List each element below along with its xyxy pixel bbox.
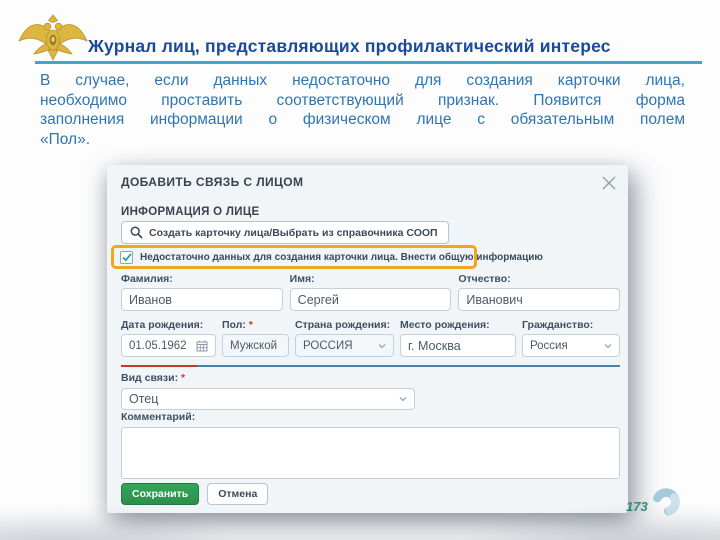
birth-date-field[interactable]: 01.05.1962 bbox=[121, 334, 216, 357]
body-paragraph: В случае, если данных недостаточно для с… bbox=[40, 71, 685, 149]
title-underline bbox=[35, 61, 702, 64]
chevron-down-icon bbox=[604, 343, 612, 348]
birth-place-field[interactable]: г. Москва bbox=[400, 334, 516, 357]
chevron-down-icon bbox=[399, 397, 407, 402]
comment-label: Комментарий: bbox=[121, 411, 196, 423]
close-icon[interactable] bbox=[600, 174, 618, 192]
birth-date-value: 01.05.1962 bbox=[129, 339, 187, 352]
citizenship-value: Россия bbox=[530, 339, 568, 352]
relation-type-value: Отец bbox=[129, 392, 159, 406]
birth-country-select[interactable]: РОССИЯ bbox=[295, 334, 394, 357]
birth-fields-row: Дата рождения: 01.05.1962 Пол: * Мужской… bbox=[121, 319, 620, 357]
surname-label: Фамилия: bbox=[121, 273, 173, 285]
required-mark: * bbox=[181, 372, 186, 384]
birth-country-label: Страна рождения: bbox=[295, 319, 391, 331]
divider-blue-segment bbox=[197, 365, 620, 367]
search-icon bbox=[130, 226, 143, 239]
firstname-label: Имя: bbox=[289, 273, 315, 285]
name-fields-row: Фамилия: Иванов Имя: Сергей Отчество: Ив… bbox=[121, 273, 621, 311]
section-heading: ИНФОРМАЦИЯ О ЛИЦЕ bbox=[121, 206, 260, 218]
firstname-field[interactable]: Сергей bbox=[289, 288, 452, 311]
gender-label: Пол: * bbox=[222, 319, 253, 331]
required-mark: * bbox=[248, 319, 253, 331]
birth-place-label: Место рождения: bbox=[400, 319, 490, 331]
chevron-down-icon bbox=[378, 343, 386, 348]
insufficient-data-checkbox-label: Недостаточно данных для создания карточк… bbox=[140, 251, 543, 263]
patronymic-label: Отчество: bbox=[458, 273, 511, 285]
gender-value: Мужской bbox=[230, 339, 278, 352]
relation-type-group: Вид связи: * Отец bbox=[121, 372, 415, 410]
birth-date-label: Дата рождения: bbox=[121, 319, 204, 331]
page-number: 173 bbox=[626, 499, 648, 514]
body-line: «Пол». bbox=[40, 130, 91, 148]
birth-country-value: РОССИЯ bbox=[303, 339, 353, 352]
insufficient-data-checkbox[interactable] bbox=[120, 250, 133, 264]
annotation-highlight-box: Недостаточно данных для создания карточк… bbox=[111, 245, 543, 269]
calendar-icon[interactable] bbox=[196, 340, 208, 352]
page-title: Журнал лиц, представляющих профилактичес… bbox=[88, 36, 611, 56]
relation-type-label: Вид связи: * bbox=[121, 372, 186, 384]
divider-red-segment bbox=[121, 365, 197, 367]
citizenship-select[interactable]: Россия bbox=[522, 334, 620, 357]
cancel-button[interactable]: Отмена bbox=[207, 483, 269, 505]
surname-field[interactable]: Иванов bbox=[121, 288, 283, 311]
create-person-card-label: Создать карточку лица/Выбрать из справоч… bbox=[149, 226, 438, 239]
patronymic-field[interactable]: Иванович bbox=[458, 288, 621, 311]
relation-type-select[interactable]: Отец bbox=[121, 388, 415, 410]
citizenship-label: Гражданство: bbox=[522, 319, 594, 331]
dialog-title: ДОБАВИТЬ СВЯЗЬ С ЛИЦОМ bbox=[121, 175, 304, 189]
gender-select[interactable]: Мужской bbox=[222, 334, 289, 357]
body-line: необходимо проставить соответствующий пр… bbox=[40, 91, 685, 109]
slide-canvas: Журнал лиц, представляющих профилактичес… bbox=[0, 0, 720, 540]
swirl-decoration-icon bbox=[652, 488, 680, 516]
add-relation-dialog: ДОБАВИТЬ СВЯЗЬ С ЛИЦОМ ИНФОРМАЦИЯ О ЛИЦЕ… bbox=[107, 165, 628, 513]
dialog-buttons: Сохранить Отмена bbox=[121, 483, 269, 505]
save-button[interactable]: Сохранить bbox=[121, 483, 200, 505]
create-person-card-button[interactable]: Создать карточку лица/Выбрать из справоч… bbox=[121, 221, 449, 244]
body-line: В случае, если данных недостаточно для с… bbox=[40, 72, 685, 89]
section-divider bbox=[121, 365, 620, 367]
checkmark-icon bbox=[121, 252, 132, 262]
mvd-eagle-emblem-logo bbox=[18, 14, 88, 61]
comment-group: Комментарий: bbox=[121, 411, 620, 479]
dialog-header: ДОБАВИТЬ СВЯЗЬ С ЛИЦОМ bbox=[121, 175, 618, 191]
comment-textarea[interactable] bbox=[121, 427, 620, 479]
body-line: заполнения информации о физическом лице … bbox=[40, 111, 685, 128]
